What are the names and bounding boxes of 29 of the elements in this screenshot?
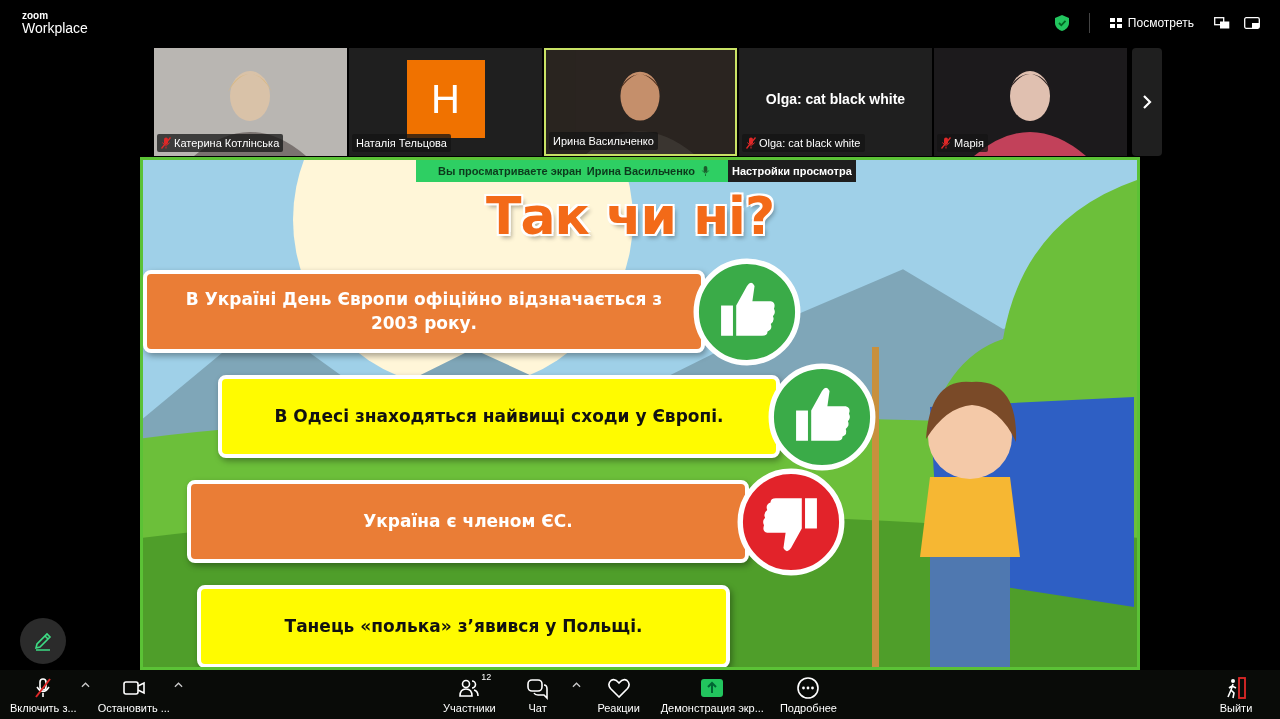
- reactions-button[interactable]: Реакции: [588, 675, 649, 714]
- statement-card: В Одесі знаходяться найвищі сходи у Європі.: [218, 375, 780, 458]
- statement-card: Танець «полька» з’явився у Польщі.: [197, 585, 730, 667]
- avatar-initial: H: [406, 60, 485, 138]
- participant-tile[interactable]: Olga: cat black white Olga: cat black white: [739, 48, 932, 156]
- participant-tile[interactable]: H Наталія Тельцова: [349, 48, 542, 156]
- participant-tile[interactable]: Катерина Котлінська: [154, 48, 347, 156]
- statement-card: Україна є членом ЄС.: [187, 480, 749, 563]
- view-button[interactable]: Посмотреть: [1109, 15, 1194, 30]
- participant-name: Марія: [937, 134, 988, 152]
- participant-tile[interactable]: Ирина Васильченко: [544, 48, 737, 156]
- share-button[interactable]: Демонстрация экр...: [656, 675, 768, 714]
- video-button[interactable]: Остановить ...: [93, 675, 174, 714]
- participant-name: Ирина Васильченко: [549, 132, 658, 150]
- participant-name: Наталія Тельцова: [352, 134, 451, 152]
- share-notice: Вы просматриваете экран Ирина Васильченко: [416, 160, 699, 182]
- app-name: Workplace: [22, 20, 88, 35]
- participant-name: Катерина Котлінська: [157, 134, 284, 152]
- participant-count: 12: [481, 671, 492, 682]
- statement-card: В Україні День Європи офіційно відзначається з 2003 року.: [143, 270, 705, 353]
- view-settings-button[interactable]: Настройки просмотра: [727, 160, 856, 182]
- leave-button[interactable]: Выйти: [1206, 675, 1266, 714]
- participant-name: Olga: cat black white: [742, 134, 865, 152]
- mic-button[interactable]: Включить з...: [6, 675, 81, 714]
- display-text: Olga: cat black white: [765, 91, 906, 107]
- slide-title: Так чи ні?: [484, 186, 776, 248]
- chat-button[interactable]: Чат: [507, 675, 568, 714]
- app-logo-text: zoom: [22, 10, 50, 21]
- more-button[interactable]: Подробнее: [775, 675, 841, 714]
